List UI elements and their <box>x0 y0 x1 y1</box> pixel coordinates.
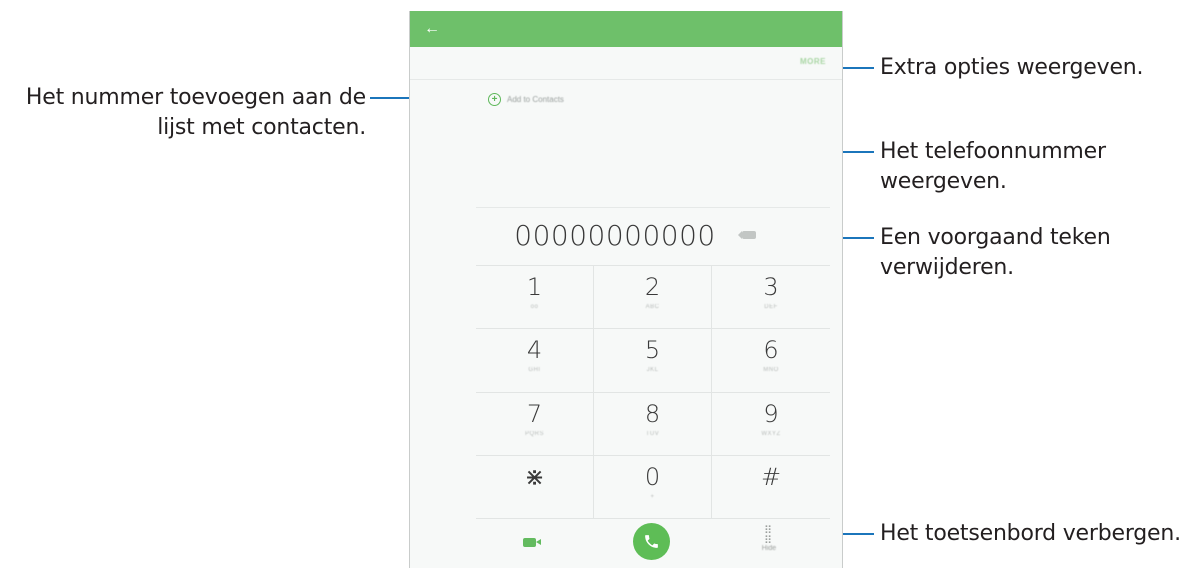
key-digit: 5 <box>644 336 661 365</box>
key-digit: # <box>760 462 782 491</box>
keypad-key[interactable]: 1 oo <box>476 266 594 330</box>
keypad-key[interactable]: 3 DEF <box>712 266 830 330</box>
key-digit: 0 <box>644 462 661 491</box>
key-digit: 9 <box>763 399 779 428</box>
hide-keypad-button[interactable]: ⠿ ⠿ Hide <box>712 518 830 568</box>
keypad-key[interactable]: 0 + <box>594 455 712 519</box>
callout-line: lijst met contacten. <box>157 115 366 140</box>
keypad-key[interactable]: 4 GHI <box>476 329 594 393</box>
video-call-icon <box>523 538 541 547</box>
backspace-icon[interactable] <box>738 231 756 239</box>
key-letters: JKL <box>646 367 659 374</box>
key-digit: 3 <box>763 273 779 301</box>
keypad-key[interactable]: 8 TUV <box>594 392 712 456</box>
phone-screen: ← MORE + Add to Contacts 00000000000 1 oo… <box>409 11 843 568</box>
key-letters: TUV <box>645 430 660 437</box>
key-digit: 4 <box>526 336 543 365</box>
key-digit: 6 <box>763 336 779 365</box>
callout-more-options: Extra opties weergeven. <box>880 53 1144 83</box>
phone-number-display[interactable]: 00000000000 <box>410 219 842 252</box>
more-button[interactable]: MORE <box>800 57 826 66</box>
callout-line: weergeven. <box>880 169 1007 194</box>
key-digit: ⋇ <box>524 462 545 491</box>
video-call-button[interactable] <box>476 518 594 568</box>
callout-line: verwijderen. <box>880 255 1014 280</box>
app-bar: ← <box>410 11 842 47</box>
key-letters: GHI <box>528 367 541 374</box>
keypad-key[interactable]: 2 ABC <box>594 266 712 330</box>
phone-call-icon <box>633 523 670 560</box>
key-letters: + <box>650 493 655 500</box>
keypad-key[interactable]: 7 PQRS <box>476 392 594 456</box>
key-letters: oo <box>530 304 539 310</box>
phone-number-text: 00000000000 <box>514 219 716 252</box>
call-button[interactable] <box>594 518 712 568</box>
keypad-key[interactable]: 9 WXYZ <box>712 393 830 456</box>
add-to-contacts-label: Add to Contacts <box>507 94 564 104</box>
key-digit: 2 <box>644 273 661 301</box>
callout-add-to-contacts: Het nummer toevoegen aan de lijst met co… <box>26 83 366 143</box>
action-bar: ⠿ ⠿ Hide <box>476 518 830 568</box>
key-letters <box>712 492 830 502</box>
key-digit: 7 <box>526 399 543 428</box>
callout-line: Extra opties weergeven. <box>880 55 1144 80</box>
callout-show-number: Het telefoonnummer weergeven. <box>880 137 1106 197</box>
key-letters: DEF <box>764 304 778 310</box>
key-letters: WXYZ <box>761 430 781 437</box>
callout-line: Het telefoonnummer <box>880 139 1106 164</box>
keypad-key[interactable]: 5 JKL <box>594 329 712 393</box>
hide-label: Hide <box>761 545 777 552</box>
callout-hide-keypad: Het toetsenbord verbergen. <box>880 519 1181 549</box>
keypad-icon: ⠿ ⠿ <box>764 525 772 547</box>
key-digit: 8 <box>644 399 661 428</box>
keypad: 1 oo 2 ABC 3 DEF 4 GHI 5 JKL 6 MNO 7 PQRS 8 TUV 9 WXYZ ⋇ 0 +… <box>476 265 830 519</box>
callout-line: Het nummer toevoegen aan de <box>25 85 366 110</box>
key-digit: 1 <box>526 273 543 301</box>
callout-line: Een voorgaand teken <box>880 225 1111 250</box>
key-letters: MNO <box>763 367 779 374</box>
callout-line: Het toetsenbord verbergen. <box>880 521 1181 546</box>
key-letters <box>476 492 593 502</box>
key-letters: ABC <box>645 304 660 310</box>
callout-delete-char: Een voorgaand teken verwijderen. <box>880 223 1111 283</box>
keypad-key[interactable]: ⋇ <box>476 455 594 519</box>
toolbar <box>410 47 842 80</box>
keypad-key[interactable]: 6 MNO <box>712 329 830 393</box>
key-letters: PQRS <box>524 430 544 437</box>
add-to-contacts-button[interactable]: + Add to Contacts <box>488 91 564 107</box>
back-arrow-icon[interactable]: ← <box>424 19 440 39</box>
add-contact-icon: + <box>488 92 501 106</box>
keypad-key[interactable]: # <box>712 456 830 519</box>
divider <box>476 207 830 208</box>
